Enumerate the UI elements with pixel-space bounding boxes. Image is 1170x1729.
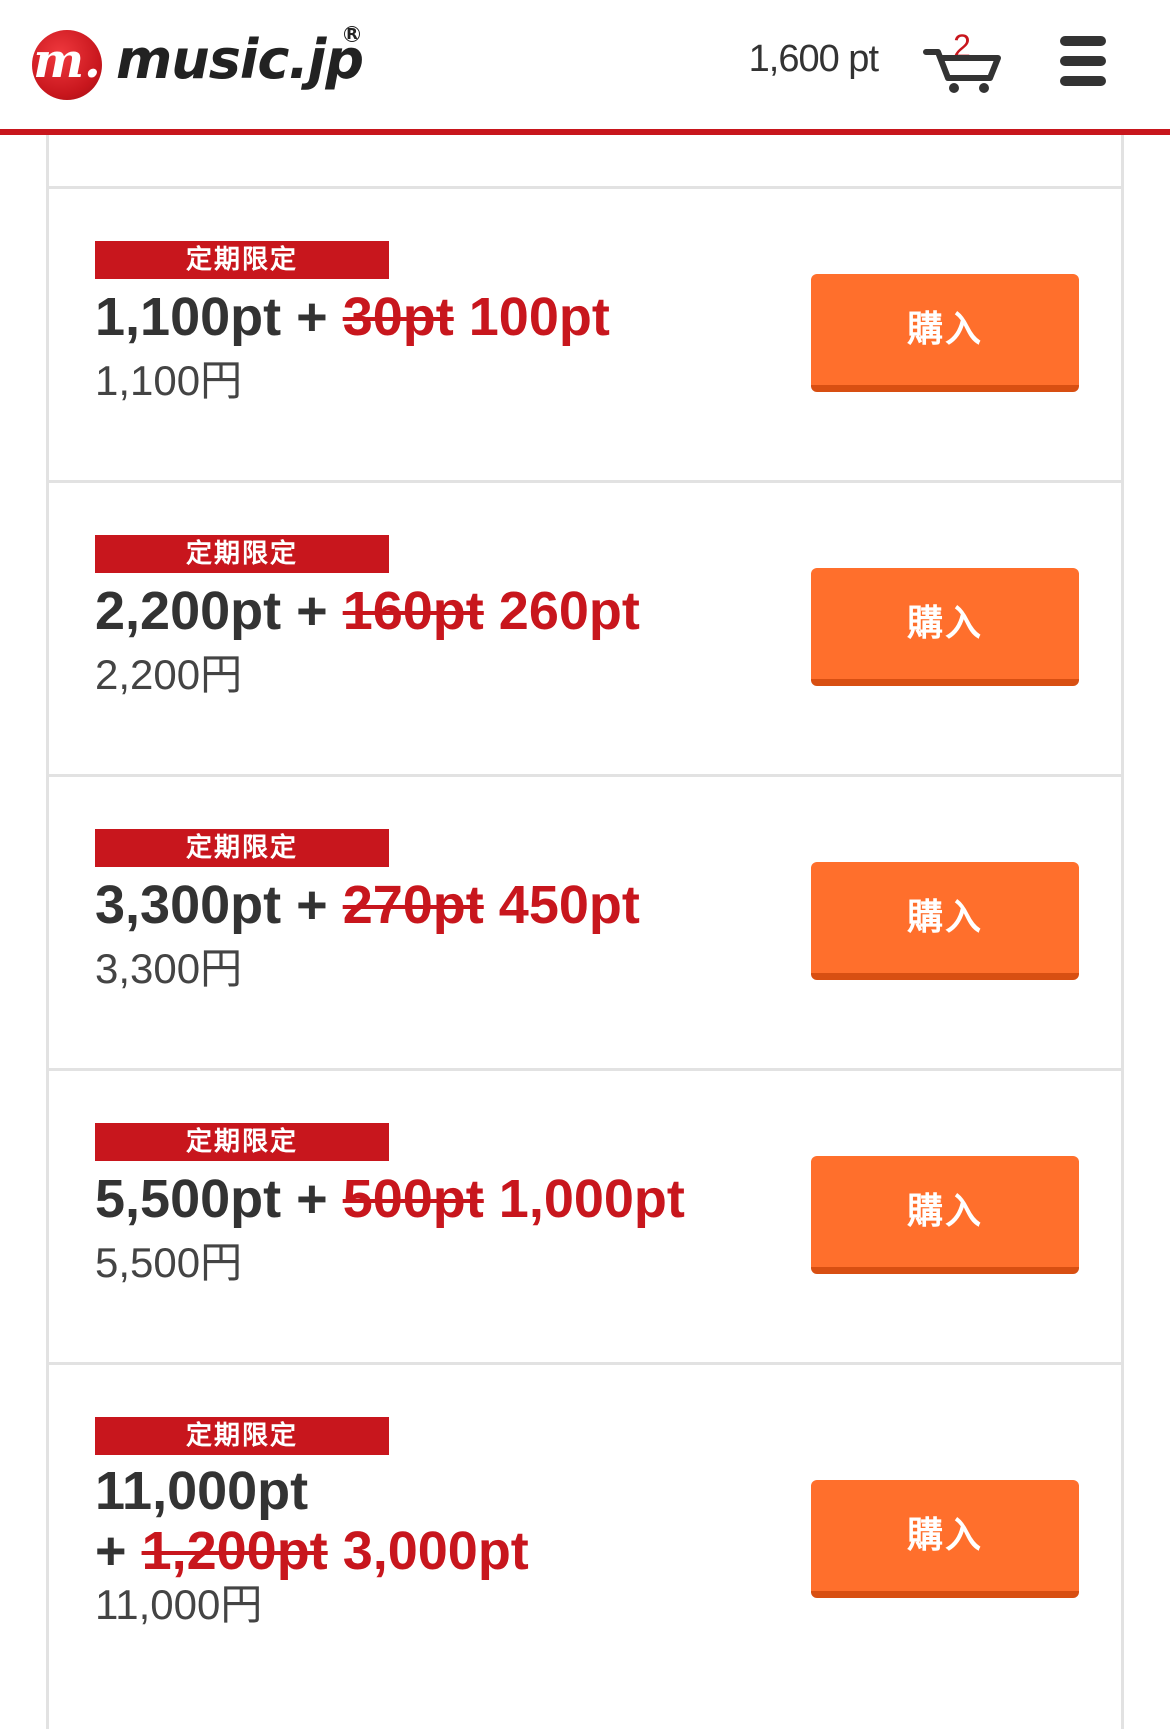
buy-button[interactable]: 購入 — [811, 862, 1079, 980]
plus-sign: + — [296, 1169, 328, 1229]
plan-price: 2,200円 — [95, 651, 243, 698]
buy-button[interactable]: 購入 — [811, 274, 1079, 392]
plus-sign: + — [95, 1521, 127, 1581]
buy-button[interactable]: 購入 — [811, 1156, 1079, 1274]
plus-sign: + — [296, 287, 328, 347]
buy-button[interactable]: 購入 — [811, 568, 1079, 686]
plus-sign: + — [296, 581, 328, 641]
logo-text: music.jp — [116, 28, 364, 91]
buy-button[interactable]: 購入 — [811, 1480, 1079, 1598]
subscription-only-badge: 定期限定 — [95, 829, 389, 867]
old-bonus-points: 1,200pt — [141, 1521, 328, 1581]
hamburger-menu-icon[interactable] — [1060, 36, 1106, 86]
cart-button[interactable]: 2 — [922, 28, 1002, 94]
base-points: 3,300pt — [95, 875, 282, 935]
plan-price: 1,100円 — [95, 357, 243, 404]
base-points: 2,200pt — [95, 581, 282, 641]
subscription-only-badge: 定期限定 — [95, 241, 389, 279]
new-bonus-points: 260pt — [498, 581, 640, 641]
plan-price: 5,500円 — [95, 1239, 243, 1286]
cart-icon — [923, 49, 1001, 93]
plan-row: 定期限定 11,000pt + 1,200pt 3,000pt 11,000円 購入 — [49, 1362, 1121, 1729]
plan-row: 定期限定 2,200pt + 160pt 260pt 2,200円 購入 — [49, 480, 1121, 774]
new-bonus-points: 100pt — [468, 287, 610, 347]
plan-points-headline: 11,000pt + 1,200pt 3,000pt — [95, 1461, 529, 1581]
old-bonus-points: 270pt — [342, 875, 484, 935]
plan-price: 11,000円 — [95, 1581, 263, 1628]
base-points: 11,000pt — [95, 1461, 309, 1521]
app-header: m. music.jp R 1,600 pt 2 — [0, 0, 1170, 135]
point-balance[interactable]: 1,600 pt — [749, 38, 879, 81]
new-bonus-points: 1,000pt — [498, 1169, 685, 1229]
plan-points-headline: 3,300pt + 270pt 450pt — [95, 875, 640, 935]
new-bonus-points: 3,000pt — [342, 1521, 529, 1581]
plan-price: 3,300円 — [95, 945, 243, 992]
base-points: 1,100pt — [95, 287, 282, 347]
old-bonus-points: 500pt — [342, 1169, 484, 1229]
base-points: 5,500pt — [95, 1169, 282, 1229]
plan-row: 定期限定 1,100pt + 30pt 100pt 1,100円 購入 — [49, 186, 1121, 480]
plan-row: 定期限定 5,500pt + 500pt 1,000pt 5,500円 購入 — [49, 1068, 1121, 1362]
plan-points-headline: 2,200pt + 160pt 260pt — [95, 581, 640, 641]
subscription-only-badge: 定期限定 — [95, 1417, 389, 1455]
plan-row: 定期限定 3,300pt + 270pt 450pt 3,300円 購入 — [49, 774, 1121, 1068]
old-bonus-points: 30pt — [342, 287, 454, 347]
registered-mark: R — [344, 26, 360, 42]
logo-mark: m. — [32, 30, 102, 100]
subscription-only-badge: 定期限定 — [95, 535, 389, 573]
plan-points-headline: 1,100pt + 30pt 100pt — [95, 287, 610, 347]
plan-points-headline: 5,500pt + 500pt 1,000pt — [95, 1169, 685, 1229]
point-plan-list: 定期限定 1,100pt + 30pt 100pt 1,100円 購入 定期限定 2,20… — [46, 135, 1124, 1729]
old-bonus-points: 160pt — [342, 581, 484, 641]
new-bonus-points: 450pt — [498, 875, 640, 935]
subscription-only-badge: 定期限定 — [95, 1123, 389, 1161]
plus-sign: + — [296, 875, 328, 935]
